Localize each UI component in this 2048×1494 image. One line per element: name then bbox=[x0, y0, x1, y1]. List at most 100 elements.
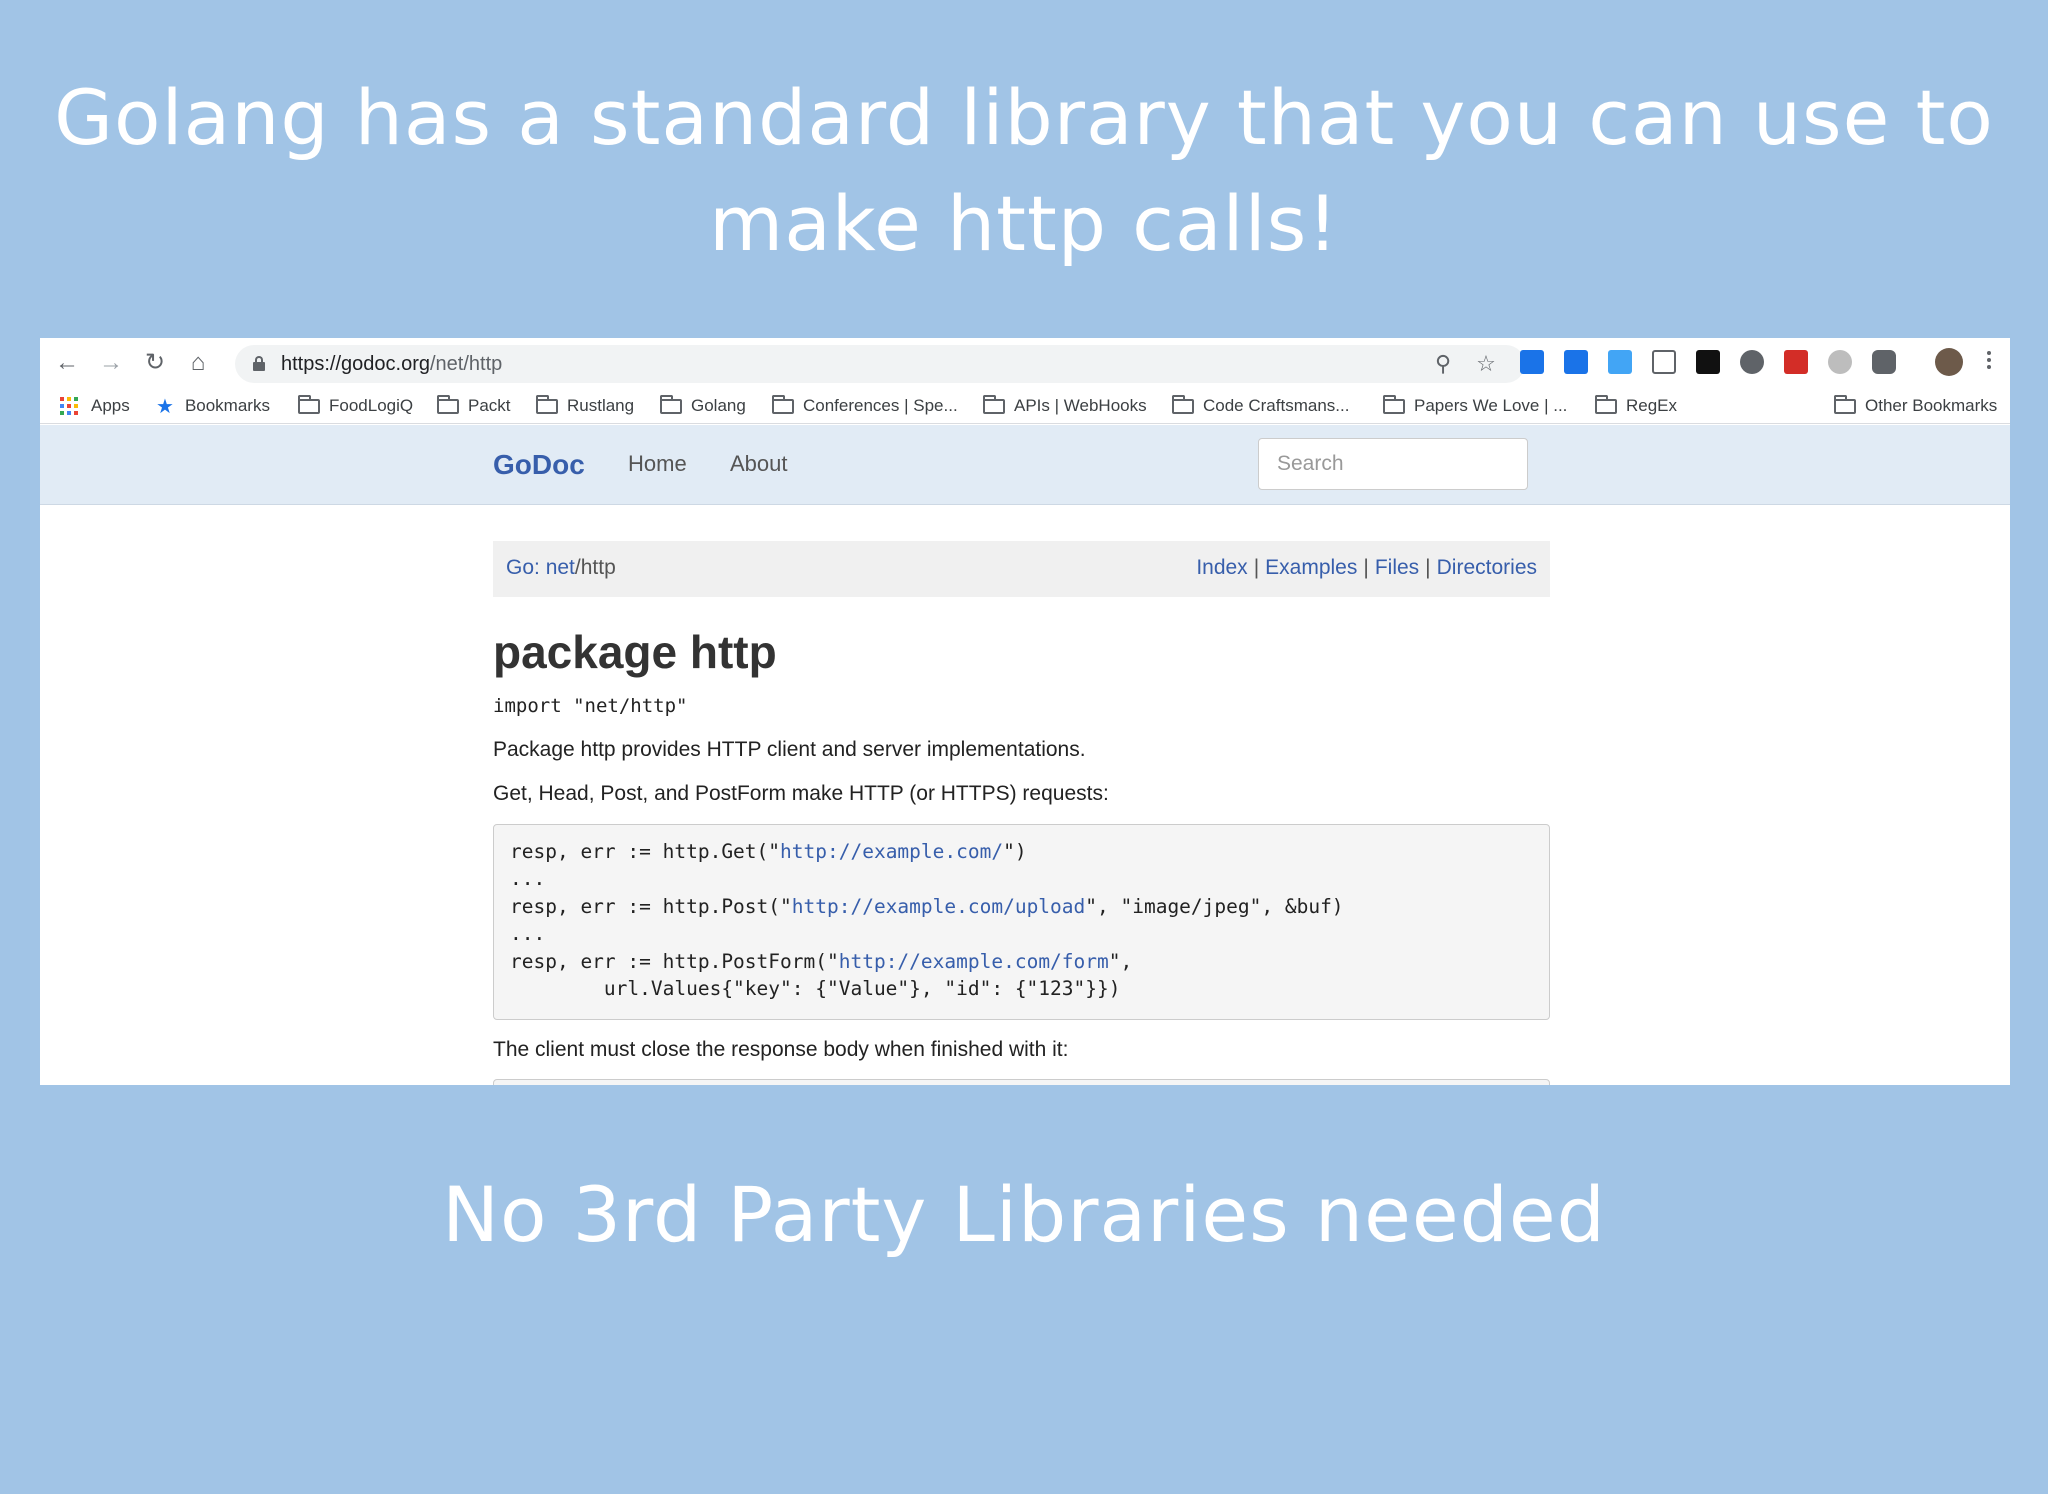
godoc-brand-link[interactable]: GoDoc bbox=[493, 449, 585, 481]
extension-window-icon[interactable] bbox=[1608, 350, 1632, 374]
code-url-link[interactable]: http://example.com/form bbox=[839, 950, 1109, 973]
url-path: /net/http bbox=[429, 353, 503, 375]
bookmark-star-icon[interactable]: ☆ bbox=[1473, 351, 1499, 377]
code-line: resp, err := http.Get("http://example.co… bbox=[510, 840, 1027, 863]
profile-avatar[interactable] bbox=[1935, 348, 1963, 376]
link-separator: | bbox=[1363, 556, 1369, 579]
folder-icon bbox=[1383, 394, 1405, 414]
bookmark-folder[interactable]: Packt bbox=[437, 394, 511, 418]
folder-icon bbox=[983, 394, 1005, 414]
breadcrumb-bar: Go: net/http Index | Examples | Files | Direct… bbox=[493, 541, 1550, 597]
apps-grid-icon bbox=[60, 397, 78, 415]
address-bar[interactable]: https://godoc.org/net/http ⚲ ☆ bbox=[235, 345, 1525, 383]
code-url-link[interactable]: http://example.com/ bbox=[780, 840, 1003, 863]
extension-cloud-icon[interactable] bbox=[1828, 350, 1852, 374]
folder-icon bbox=[437, 394, 459, 414]
extension-lastpass-icon[interactable] bbox=[1784, 350, 1808, 374]
folder-icon bbox=[660, 394, 682, 414]
code-line: ... bbox=[510, 922, 546, 945]
slide-subline: No 3rd Party Libraries needed bbox=[442, 1170, 1606, 1259]
bookmark-folder[interactable]: Rustlang bbox=[536, 394, 634, 418]
bookmarks-bar: Apps ★ Bookmarks FoodLogiQ Packt Rustlan… bbox=[40, 388, 2010, 424]
code-example-partial bbox=[493, 1079, 1550, 1085]
code-text: resp, err := http.Post(" bbox=[510, 895, 792, 918]
reload-icon[interactable]: ↻ bbox=[140, 348, 170, 378]
bookmark-label: Packt bbox=[468, 396, 511, 415]
extension-gear-icon[interactable] bbox=[1740, 350, 1764, 374]
bookmark-label: Apps bbox=[91, 396, 130, 415]
directories-link[interactable]: Directories bbox=[1437, 556, 1537, 579]
url-host: https://godoc.org bbox=[281, 353, 430, 375]
bookmark-folder[interactable]: APIs | WebHooks bbox=[983, 394, 1147, 418]
code-line: resp, err := http.Post("http://example.c… bbox=[510, 895, 1344, 918]
breadcrumb-http: /http bbox=[574, 556, 616, 579]
breadcrumb-net-link[interactable]: net bbox=[546, 556, 575, 579]
bookmark-label: Other Bookmarks bbox=[1865, 396, 1998, 415]
code-example: resp, err := http.Get("http://example.co… bbox=[493, 824, 1550, 1020]
folder-icon bbox=[298, 394, 320, 414]
bookmark-label: Bookmarks bbox=[184, 396, 270, 415]
code-line: url.Values{"key": {"Value"}, "id": {"123… bbox=[510, 977, 1121, 1000]
bookmark-label: Papers We Love | ... bbox=[1414, 396, 1568, 415]
code-text: resp, err := http.Get(" bbox=[510, 840, 781, 863]
section-links: Index | Examples | Files | Directories bbox=[1196, 556, 1537, 580]
home-icon[interactable]: ⌂ bbox=[183, 348, 213, 378]
kebab-menu-icon[interactable] bbox=[1984, 348, 1994, 378]
browser-window: ← → ↻ ⌂ https://godoc.org/net/http ⚲ ☆ A… bbox=[40, 338, 2010, 1085]
code-text: ", bbox=[1108, 950, 1133, 973]
bookmark-apps[interactable]: Apps bbox=[60, 394, 130, 418]
index-link[interactable]: Index bbox=[1196, 556, 1247, 579]
search-input[interactable] bbox=[1258, 438, 1528, 490]
code-text: ", "image/jpeg", &buf) bbox=[1085, 895, 1344, 918]
extension-pocket-icon[interactable] bbox=[1872, 350, 1896, 374]
import-statement: import "net/http" bbox=[493, 695, 688, 717]
bookmark-label: RegEx bbox=[1626, 396, 1678, 415]
browser-toolbar: ← → ↻ ⌂ https://godoc.org/net/http ⚲ ☆ bbox=[40, 338, 2010, 388]
close-body-description: The client must close the response body … bbox=[493, 1038, 1069, 1061]
nav-home-link[interactable]: Home bbox=[628, 451, 687, 477]
package-description: Package http provides HTTP client and se… bbox=[493, 738, 1086, 761]
headline-line-1: Golang has a standard library that you c… bbox=[54, 73, 1994, 162]
headline-line-2: make http calls! bbox=[709, 179, 1339, 268]
bookmark-folder[interactable]: Papers We Love | ... bbox=[1383, 394, 1567, 418]
bookmark-label: FoodLogiQ bbox=[329, 396, 414, 415]
package-title: package http bbox=[493, 626, 777, 678]
forward-arrow-icon[interactable]: → bbox=[96, 348, 126, 378]
bookmark-label: Code Craftsmans... bbox=[1203, 396, 1350, 415]
slide-headline: Golang has a standard library that you c… bbox=[0, 65, 2048, 277]
requests-description: Get, Head, Post, and PostForm make HTTP … bbox=[493, 782, 1109, 805]
star-icon: ★ bbox=[156, 395, 174, 418]
folder-icon bbox=[1172, 394, 1194, 414]
extension-screenshot-icon[interactable] bbox=[1652, 350, 1676, 374]
bookmark-other[interactable]: Other Bookmarks bbox=[1834, 394, 1997, 418]
bookmark-folder[interactable]: Conferences | Spe... bbox=[772, 394, 958, 418]
bookmark-label: APIs | WebHooks bbox=[1014, 396, 1147, 415]
code-url-link[interactable]: http://example.com/upload bbox=[792, 895, 1086, 918]
back-arrow-icon[interactable]: ← bbox=[52, 348, 82, 378]
examples-link[interactable]: Examples bbox=[1265, 556, 1357, 579]
bookmark-folder[interactable]: FoodLogiQ bbox=[298, 394, 413, 418]
link-separator: | bbox=[1253, 556, 1260, 579]
breadcrumb: Go: net/http bbox=[506, 556, 616, 580]
nav-about-link[interactable]: About bbox=[730, 451, 788, 477]
bookmark-label: Golang bbox=[691, 396, 746, 415]
zoom-icon[interactable]: ⚲ bbox=[1430, 351, 1456, 377]
files-link[interactable]: Files bbox=[1375, 556, 1419, 579]
link-separator: | bbox=[1425, 556, 1431, 579]
url-text: https://godoc.org/net/http bbox=[281, 353, 502, 376]
bookmark-folder[interactable]: Golang bbox=[660, 394, 746, 418]
code-text: ") bbox=[1003, 840, 1027, 863]
godoc-navbar: GoDoc Home About bbox=[40, 425, 2010, 505]
extension-perplexity-icon[interactable] bbox=[1696, 350, 1720, 374]
folder-icon bbox=[1595, 394, 1617, 414]
breadcrumb-prefix: Go: bbox=[506, 556, 546, 579]
bookmark-bookmarks[interactable]: ★ Bookmarks bbox=[156, 394, 270, 418]
extension-expand-icon[interactable] bbox=[1520, 350, 1544, 374]
code-line: ... bbox=[510, 867, 546, 890]
folder-icon bbox=[1834, 394, 1856, 414]
code-line: resp, err := http.PostForm("http://examp… bbox=[510, 950, 1132, 973]
folder-icon bbox=[536, 394, 558, 414]
extension-edit-icon[interactable] bbox=[1564, 350, 1588, 374]
bookmark-folder[interactable]: RegEx bbox=[1595, 394, 1677, 418]
bookmark-folder[interactable]: Code Craftsmans... bbox=[1172, 394, 1349, 418]
